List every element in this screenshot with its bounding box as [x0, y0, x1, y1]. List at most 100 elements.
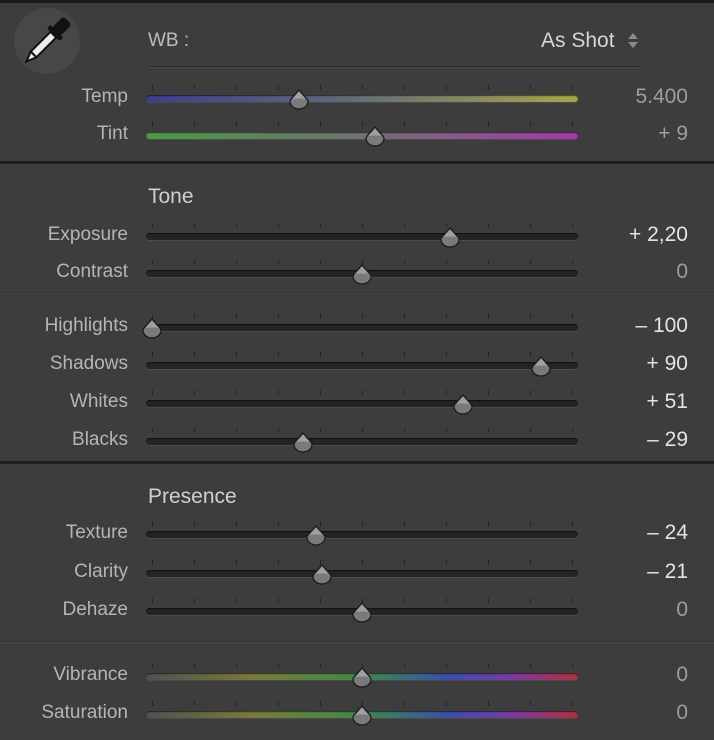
texture-slider-thumb[interactable]	[305, 525, 327, 547]
slider-tick	[236, 314, 237, 319]
blacks-slider-thumb[interactable]	[292, 432, 314, 454]
slider-tick	[320, 352, 321, 357]
slider-tick	[488, 122, 489, 127]
vibrance-slider-thumb[interactable]	[351, 667, 373, 689]
up-down-arrows-icon[interactable]	[627, 30, 639, 50]
slider-tick	[194, 390, 195, 395]
shadows-slider-thumb[interactable]	[530, 356, 552, 378]
clarity-value-input[interactable]: – 21	[647, 560, 688, 584]
clarity-slider-thumb[interactable]	[311, 564, 333, 586]
subsection-divider	[0, 641, 714, 643]
temp-slider[interactable]	[146, 85, 578, 110]
temp-slider-thumb[interactable]	[288, 89, 310, 111]
section-divider	[0, 161, 714, 164]
shadows-label: Shadows	[49, 353, 128, 374]
slider-tick	[194, 223, 195, 228]
slider-tick	[194, 122, 195, 127]
saturation-slider-thumb[interactable]	[351, 705, 373, 727]
saturation-slider[interactable]	[146, 701, 578, 726]
slider-tick	[446, 352, 447, 357]
saturation-value-input[interactable]: 0	[676, 701, 688, 725]
slider-tick	[530, 390, 531, 395]
slider-tick	[530, 122, 531, 127]
slider-tick	[446, 122, 447, 127]
temp-value-input[interactable]: 5.400	[635, 85, 688, 109]
slider-tick	[446, 260, 447, 265]
slider-tick	[362, 352, 363, 357]
slider-tick	[404, 260, 405, 265]
tint-slider-thumb[interactable]	[364, 126, 386, 148]
saturation-label: Saturation	[41, 702, 128, 723]
shadows-slider[interactable]	[146, 352, 578, 377]
slider-tick	[278, 663, 279, 668]
slider-tick	[362, 85, 363, 90]
slider-tick	[152, 85, 153, 90]
slider-tick	[278, 352, 279, 357]
clarity-slider[interactable]	[146, 560, 578, 585]
slider-tick	[446, 390, 447, 395]
subsection-divider	[0, 292, 714, 294]
whites-slider-thumb[interactable]	[452, 394, 474, 416]
blacks-value-input[interactable]: – 29	[647, 428, 688, 452]
slider-tick	[236, 122, 237, 127]
highlights-slider-thumb[interactable]	[141, 318, 163, 340]
slider-tick	[236, 352, 237, 357]
texture-label: Texture	[65, 522, 128, 543]
slider-row-blacks: Blacks – 29	[0, 423, 714, 459]
slider-tick	[236, 663, 237, 668]
slider-tick	[278, 598, 279, 603]
shadows-value-input[interactable]: + 90	[647, 352, 688, 376]
texture-value-input[interactable]: – 24	[647, 521, 688, 545]
slider-tick	[404, 223, 405, 228]
dehaze-label: Dehaze	[62, 599, 129, 620]
slider-tick	[488, 390, 489, 395]
slider-tick	[488, 428, 489, 433]
exposure-slider-thumb[interactable]	[439, 227, 461, 249]
exposure-value-input[interactable]: + 2,20	[629, 223, 688, 247]
blacks-slider[interactable]	[146, 428, 578, 453]
white-balance-selector-button[interactable]	[14, 8, 80, 74]
highlights-slider[interactable]	[142, 314, 578, 339]
clarity-label: Clarity	[74, 561, 128, 582]
contrast-slider-thumb[interactable]	[351, 264, 373, 286]
slider-tick	[530, 663, 531, 668]
slider-tick	[320, 390, 321, 395]
slider-row-dehaze: Dehaze 0	[0, 593, 714, 629]
slider-tick	[362, 390, 363, 395]
slider-tick	[572, 390, 573, 395]
contrast-slider[interactable]	[146, 260, 578, 285]
slider-tick	[530, 560, 531, 565]
highlights-value-input[interactable]: – 100	[635, 314, 688, 338]
slider-tick	[488, 352, 489, 357]
slider-tick	[446, 663, 447, 668]
slider-tick	[572, 598, 573, 603]
vibrance-value-input[interactable]: 0	[676, 663, 688, 687]
panel-top-border	[0, 0, 714, 3]
vibrance-slider[interactable]	[146, 663, 578, 688]
slider-tick	[236, 701, 237, 706]
tint-slider[interactable]	[146, 122, 578, 147]
dehaze-slider[interactable]	[146, 598, 578, 623]
slider-tick	[446, 428, 447, 433]
dehaze-slider-thumb[interactable]	[351, 602, 373, 624]
tint-value-input[interactable]: + 9	[658, 122, 688, 146]
contrast-value-input[interactable]: 0	[676, 260, 688, 284]
slider-tick	[320, 122, 321, 127]
slider-tick	[278, 701, 279, 706]
slider-tick	[446, 85, 447, 90]
slider-tick	[530, 260, 531, 265]
wb-preset-dropdown[interactable]: As Shot	[541, 29, 615, 53]
slider-tick	[152, 122, 153, 127]
slider-tick	[194, 701, 195, 706]
slider-tick	[404, 521, 405, 526]
slider-tick	[236, 223, 237, 228]
texture-slider[interactable]	[146, 521, 578, 546]
tint-label: Tint	[97, 123, 128, 144]
slider-tick	[278, 122, 279, 127]
whites-value-input[interactable]: + 51	[647, 390, 688, 414]
dehaze-value-input[interactable]: 0	[676, 598, 688, 622]
whites-slider[interactable]	[146, 390, 578, 415]
exposure-slider[interactable]	[146, 223, 578, 248]
section-title-tone: Tone	[148, 185, 194, 208]
slider-tick	[488, 701, 489, 706]
